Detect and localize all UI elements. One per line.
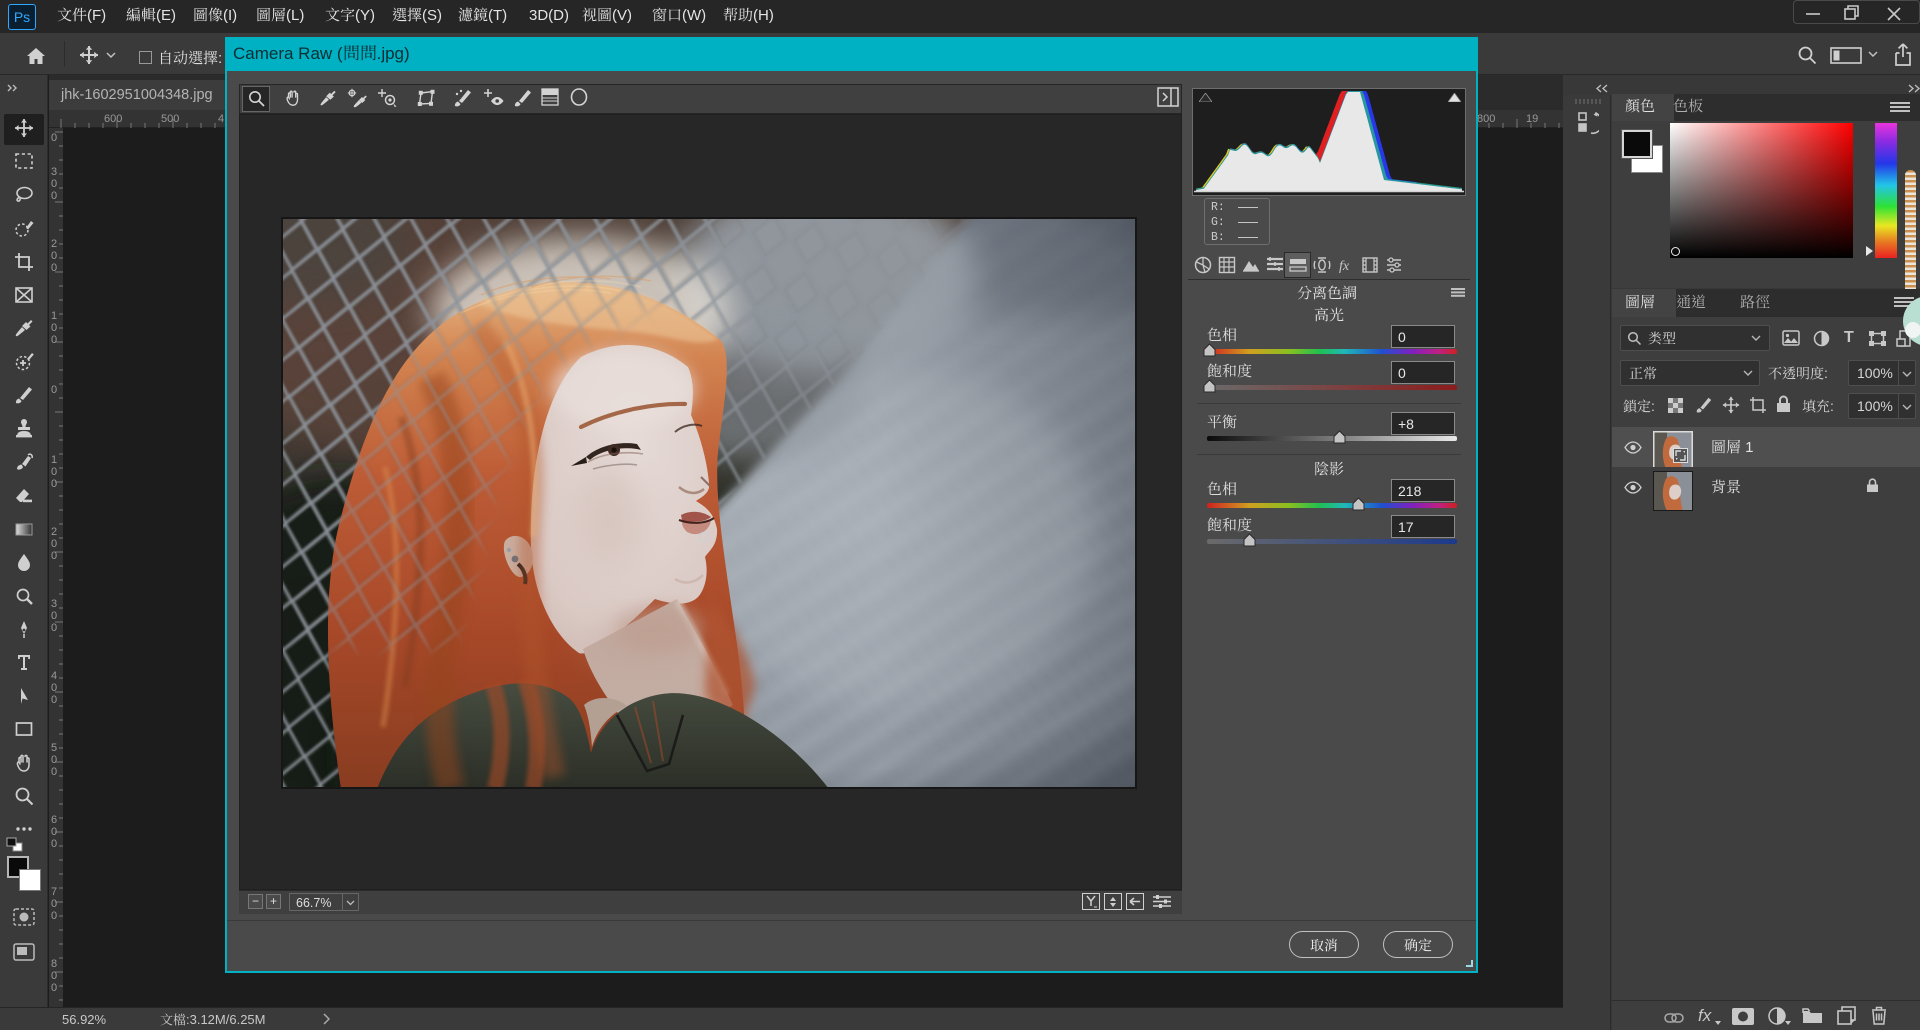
svg-text:5: 5: [51, 742, 57, 754]
svg-text:1: 1: [51, 310, 57, 322]
svg-text:2: 2: [51, 526, 57, 538]
svg-text:0: 0: [51, 910, 57, 922]
svg-text:0: 0: [51, 694, 57, 706]
svg-text:0: 0: [51, 262, 57, 274]
svg-text:19: 19: [1526, 113, 1538, 125]
svg-text:fx: fx: [1339, 259, 1350, 274]
svg-text:0: 0: [51, 538, 57, 550]
svg-text:8: 8: [51, 958, 57, 970]
svg-text:0: 0: [51, 838, 57, 850]
svg-text:0: 0: [51, 466, 57, 478]
svg-text:7: 7: [51, 886, 57, 898]
svg-text:0: 0: [51, 334, 57, 346]
svg-text:0: 0: [51, 132, 57, 144]
svg-text:6: 6: [51, 814, 57, 826]
svg-text:3: 3: [51, 598, 57, 610]
svg-text:0: 0: [51, 550, 57, 562]
svg-text:0: 0: [51, 478, 57, 490]
svg-text:0: 0: [51, 250, 57, 262]
svg-text:0: 0: [51, 322, 57, 334]
svg-text:0: 0: [51, 754, 57, 766]
svg-text:4: 4: [218, 113, 224, 125]
svg-text:500: 500: [161, 113, 179, 125]
svg-text:0: 0: [51, 766, 57, 778]
svg-text:0: 0: [51, 898, 57, 910]
svg-text:0: 0: [51, 826, 57, 838]
svg-text:2: 2: [51, 238, 57, 250]
svg-text:0: 0: [51, 610, 57, 622]
svg-text:4: 4: [51, 670, 57, 682]
svg-text:0: 0: [51, 622, 57, 634]
svg-text:0: 0: [51, 682, 57, 694]
svg-text:3: 3: [51, 166, 57, 178]
svg-text:1: 1: [51, 454, 57, 466]
svg-text:0: 0: [51, 982, 57, 994]
svg-text:600: 600: [104, 113, 122, 125]
svg-text:800: 800: [1477, 113, 1495, 125]
svg-text:0: 0: [51, 178, 57, 190]
svg-text:0: 0: [51, 970, 57, 982]
svg-text:0: 0: [51, 190, 57, 202]
svg-text:0: 0: [51, 384, 57, 396]
